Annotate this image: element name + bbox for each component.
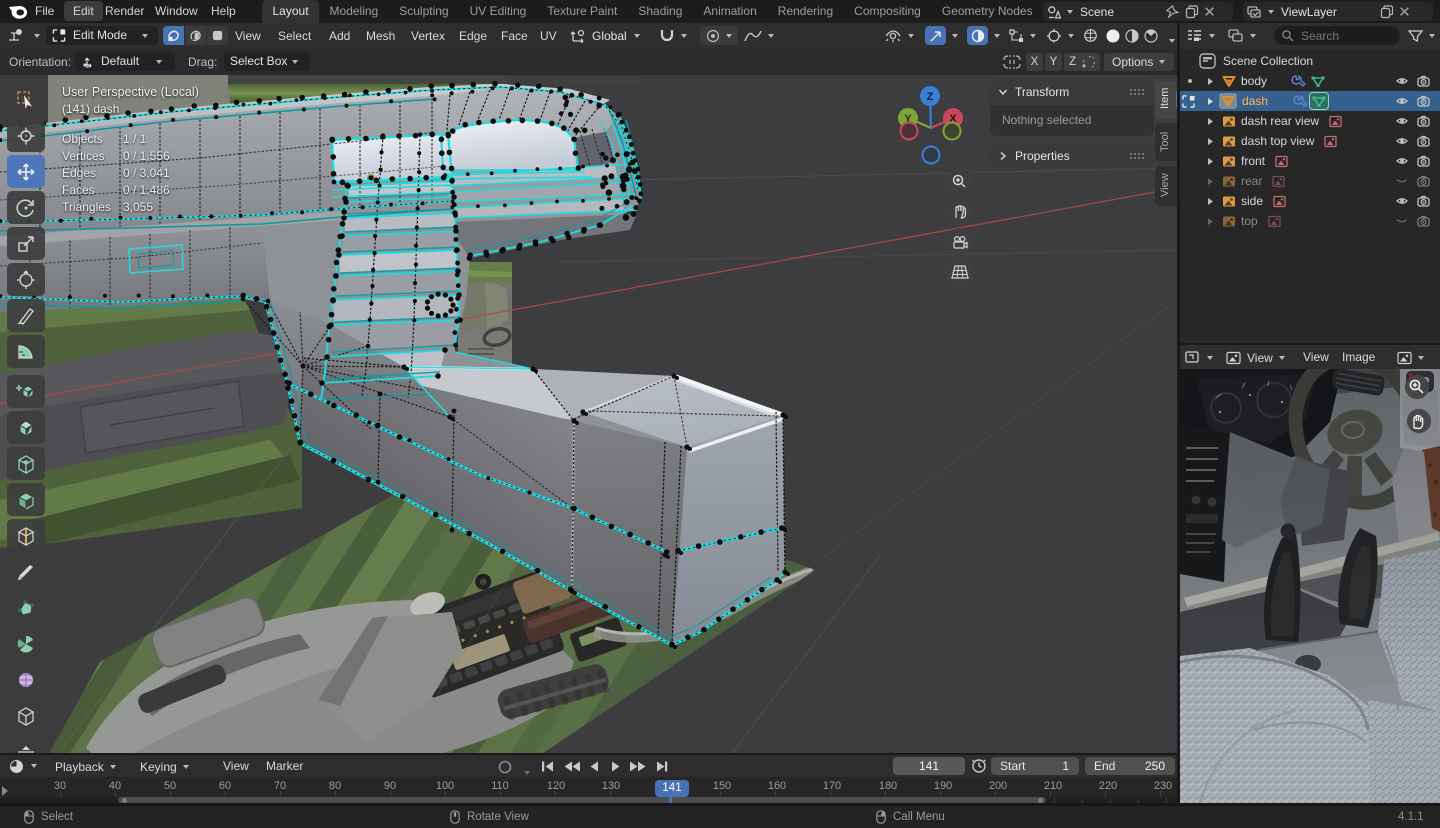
svg-text:Z: Z [927,91,934,103]
